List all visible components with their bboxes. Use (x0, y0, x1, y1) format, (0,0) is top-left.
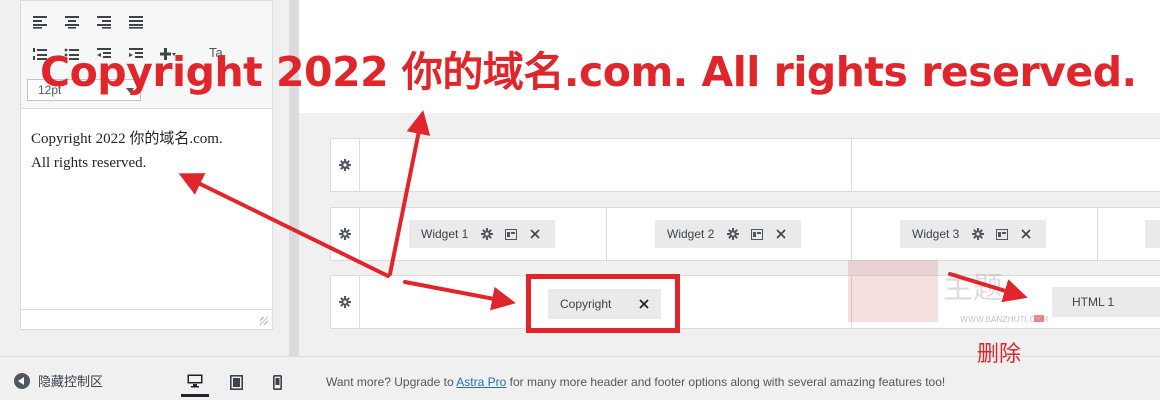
watermark-logo: 主题 WWW.BANZHUTI.COM (848, 258, 1048, 328)
tablet-icon (229, 374, 243, 390)
html-1-item[interactable]: HTML 1 (1052, 287, 1160, 317)
desktop-preview-button[interactable] (181, 367, 209, 397)
editor-text-line: All rights reserved. (31, 155, 147, 171)
annotation-caption: Copyright 2022 你的域名.com. All rights rese… (40, 48, 1137, 96)
align-justify-icon[interactable] (125, 11, 147, 33)
astra-pro-link[interactable]: Astra Pro (456, 375, 506, 389)
row-settings-button[interactable] (331, 276, 360, 328)
layout-icon[interactable] (750, 227, 764, 241)
mobile-icon (272, 374, 282, 390)
align-left-icon[interactable] (29, 11, 51, 33)
close-icon[interactable] (528, 227, 542, 241)
column-divider (606, 208, 607, 260)
align-center-icon[interactable] (61, 11, 83, 33)
gear-icon[interactable] (726, 227, 740, 241)
row-settings-button[interactable] (331, 139, 360, 191)
gear-icon[interactable] (971, 227, 985, 241)
gear-icon (339, 296, 351, 308)
upgrade-notice: Want more? Upgrade to Astra Pro for many… (326, 375, 946, 389)
column-divider (851, 208, 852, 260)
align-right-icon[interactable] (93, 11, 115, 33)
collapse-sidebar-button[interactable]: 隐藏控制区 (14, 371, 103, 390)
close-icon[interactable] (1019, 227, 1033, 241)
mobile-preview-button[interactable] (263, 367, 291, 397)
widget-4-item-partial[interactable] (1145, 220, 1160, 248)
editor-text-area[interactable]: Copyright 2022 你的域名.com. All rights rese… (31, 127, 267, 175)
layout-icon[interactable] (995, 227, 1009, 241)
editor-status-bar (21, 309, 272, 329)
builder-row-above (330, 138, 1160, 192)
widget-2-item[interactable]: Widget 2 (655, 220, 801, 248)
column-divider (851, 139, 852, 191)
widget-3-item[interactable]: Widget 3 (900, 220, 1046, 248)
gear-icon[interactable] (480, 227, 494, 241)
column-divider (1097, 208, 1098, 260)
close-icon[interactable] (774, 227, 788, 241)
delete-annotation-label: 删除 (977, 342, 1022, 367)
editor-text-line: Copyright 2022 你的域名.com. (31, 131, 223, 147)
tablet-preview-button[interactable] (222, 367, 250, 397)
gear-icon (339, 159, 351, 171)
copyright-highlight-box (526, 274, 680, 333)
svg-text:主题: 主题 (943, 271, 1003, 306)
resize-handle-icon[interactable] (260, 317, 268, 325)
layout-icon[interactable] (504, 227, 518, 241)
collapse-arrow-icon (14, 372, 30, 389)
gear-icon (339, 228, 351, 240)
builder-row-primary: Widget 1 Widget 2 Widget 3 (330, 207, 1160, 261)
row-settings-button[interactable] (331, 208, 360, 260)
desktop-icon (187, 374, 203, 387)
widget-1-item[interactable]: Widget 1 (409, 220, 555, 248)
